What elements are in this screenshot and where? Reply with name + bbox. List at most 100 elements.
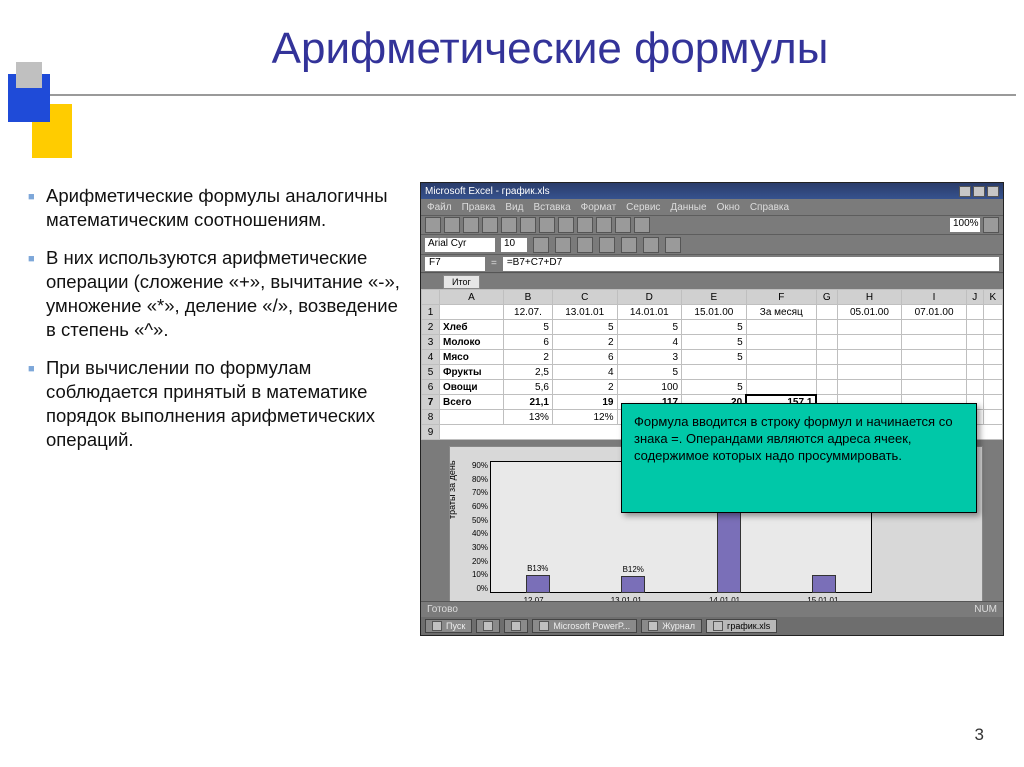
cell[interactable] — [682, 365, 747, 380]
menu-item[interactable]: Вставка — [533, 202, 570, 213]
corner-cell[interactable] — [422, 290, 440, 305]
cell[interactable] — [983, 365, 1002, 380]
cell[interactable]: 6 — [552, 350, 617, 365]
menu-item[interactable]: Сервис — [626, 202, 660, 213]
row-header[interactable]: 7 — [422, 395, 440, 410]
row-header[interactable]: 9 — [422, 425, 440, 440]
cell[interactable] — [902, 335, 967, 350]
cell[interactable] — [816, 335, 837, 350]
name-box[interactable]: F7 — [425, 257, 485, 271]
cell[interactable]: 3 — [617, 350, 682, 365]
sheet-tab[interactable]: Итог — [443, 275, 480, 289]
cell[interactable] — [902, 320, 967, 335]
cell[interactable]: Овощи — [440, 380, 504, 395]
toolbar-button[interactable] — [577, 237, 593, 253]
cell[interactable]: 5 — [682, 320, 747, 335]
cell[interactable] — [966, 365, 983, 380]
formula-input[interactable]: =B7+C7+D7 — [503, 257, 999, 271]
toolbar-button[interactable] — [539, 217, 555, 233]
cell[interactable]: 4 — [617, 335, 682, 350]
cell[interactable]: 4 — [552, 365, 617, 380]
font-size-box[interactable]: 10 — [501, 238, 527, 252]
col-header[interactable]: G — [816, 290, 837, 305]
toolbar-button[interactable] — [634, 217, 650, 233]
cell[interactable] — [983, 320, 1002, 335]
cell[interactable]: 05.01.00 — [837, 305, 902, 320]
cell[interactable]: 14.01.01 — [617, 305, 682, 320]
cell[interactable]: 19 — [552, 395, 617, 410]
cell[interactable] — [746, 320, 816, 335]
cell[interactable]: 5 — [503, 320, 552, 335]
cell[interactable]: Мясо — [440, 350, 504, 365]
taskbar-app-active[interactable]: график.xls — [706, 619, 777, 633]
toolbar-button[interactable] — [599, 237, 615, 253]
col-header[interactable]: H — [837, 290, 902, 305]
col-header[interactable]: D — [617, 290, 682, 305]
row-header[interactable]: 3 — [422, 335, 440, 350]
cell[interactable]: 2 — [552, 380, 617, 395]
col-header[interactable]: B — [503, 290, 552, 305]
cell[interactable]: 2 — [552, 335, 617, 350]
cell[interactable] — [746, 380, 816, 395]
row-header[interactable]: 1 — [422, 305, 440, 320]
cell[interactable]: 13.01.01 — [552, 305, 617, 320]
cell[interactable]: 12.07. — [503, 305, 552, 320]
cell[interactable] — [983, 410, 1002, 425]
cell[interactable] — [837, 320, 902, 335]
cell[interactable] — [816, 365, 837, 380]
menu-item[interactable]: Формат — [581, 202, 617, 213]
cell[interactable]: 5 — [682, 380, 747, 395]
menu-item[interactable]: Данные — [670, 202, 706, 213]
cell[interactable]: 5 — [682, 335, 747, 350]
cell[interactable]: Фрукты — [440, 365, 504, 380]
font-name-box[interactable]: Arial Cyr — [425, 238, 495, 252]
close-button[interactable] — [987, 186, 999, 197]
cell[interactable]: Хлеб — [440, 320, 504, 335]
cell[interactable]: 6 — [503, 335, 552, 350]
cell[interactable]: 2 — [503, 350, 552, 365]
cell[interactable]: 21,1 — [503, 395, 552, 410]
toolbar-button[interactable] — [615, 217, 631, 233]
toolbar-button[interactable] — [533, 237, 549, 253]
toolbar-button[interactable] — [558, 217, 574, 233]
cell[interactable] — [902, 365, 967, 380]
toolbar-button[interactable] — [520, 217, 536, 233]
menu-item[interactable]: Окно — [717, 202, 740, 213]
cell[interactable]: 5 — [552, 320, 617, 335]
cell[interactable] — [966, 335, 983, 350]
row-header[interactable]: 6 — [422, 380, 440, 395]
toolbar-button[interactable] — [444, 217, 460, 233]
col-header[interactable]: A — [440, 290, 504, 305]
cell[interactable]: 15.01.00 — [682, 305, 747, 320]
cell[interactable] — [837, 365, 902, 380]
cell[interactable] — [983, 305, 1002, 320]
toolbar-button[interactable] — [983, 217, 999, 233]
cell[interactable] — [983, 350, 1002, 365]
cell[interactable] — [440, 305, 504, 320]
menu-item[interactable]: Справка — [750, 202, 789, 213]
toolbar-button[interactable] — [425, 217, 441, 233]
cell[interactable]: 5 — [617, 320, 682, 335]
row-header[interactable]: 8 — [422, 410, 440, 425]
zoom-box[interactable]: 100% — [950, 218, 980, 232]
cell[interactable]: 12% — [552, 410, 617, 425]
col-header[interactable]: J — [966, 290, 983, 305]
cell[interactable] — [837, 335, 902, 350]
toolbar-button[interactable] — [555, 237, 571, 253]
col-header[interactable]: I — [902, 290, 967, 305]
menu-item[interactable]: Файл — [427, 202, 452, 213]
cell[interactable] — [902, 380, 967, 395]
toolbar-button[interactable] — [482, 217, 498, 233]
col-header[interactable]: F — [746, 290, 816, 305]
cell[interactable] — [816, 350, 837, 365]
cell[interactable]: 5 — [617, 365, 682, 380]
taskbar-app[interactable] — [476, 619, 500, 633]
taskbar-app[interactable]: Журнал — [641, 619, 702, 633]
cell[interactable] — [816, 320, 837, 335]
taskbar-app[interactable]: Microsoft PowerP... — [532, 619, 637, 633]
cell[interactable] — [966, 305, 983, 320]
toolbar-button[interactable] — [596, 217, 612, 233]
cell[interactable]: 5,6 — [503, 380, 552, 395]
cell[interactable]: 07.01.00 — [902, 305, 967, 320]
row-header[interactable]: 4 — [422, 350, 440, 365]
